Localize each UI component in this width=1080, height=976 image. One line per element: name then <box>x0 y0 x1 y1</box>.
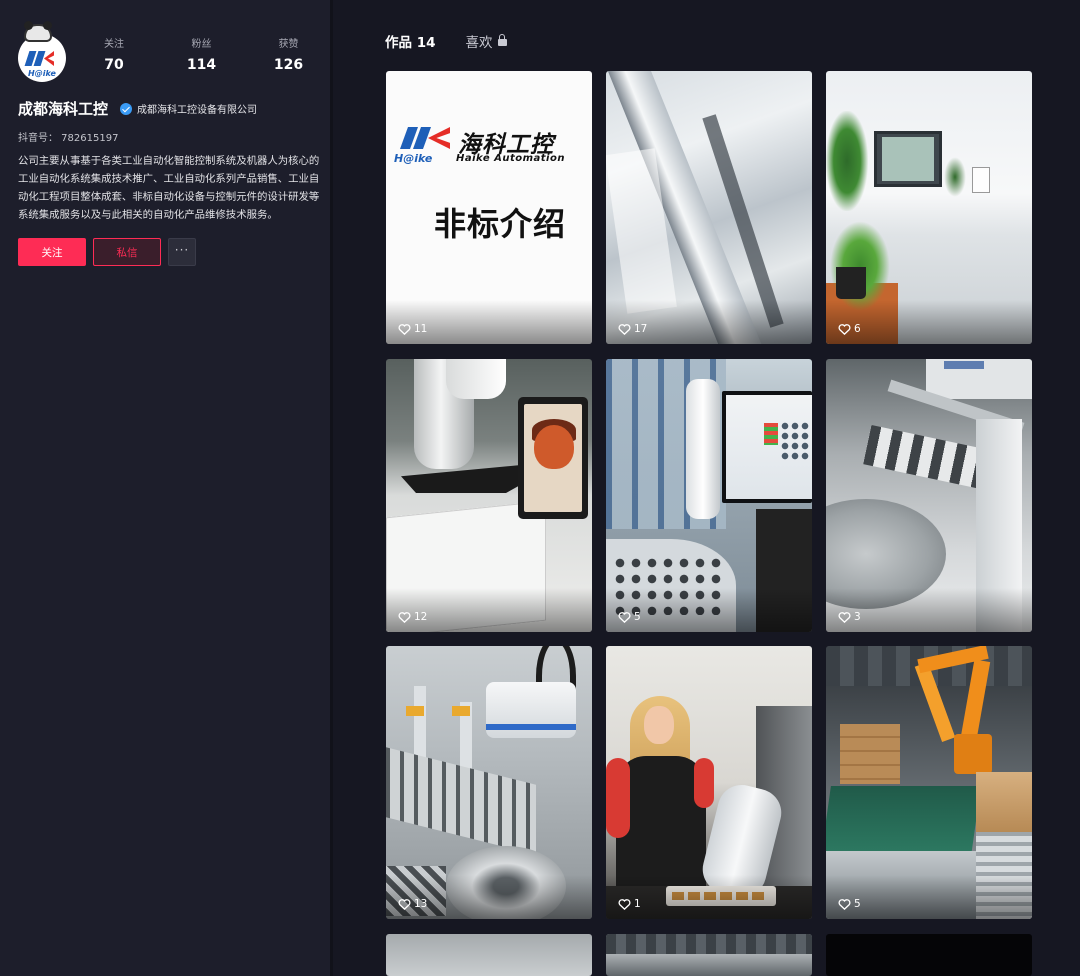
stat-followers[interactable]: 粉丝 114 <box>158 38 245 76</box>
verified-company: 成都海科工控设备有限公司 <box>137 105 258 116</box>
video-likes: 1 <box>618 898 641 910</box>
thumbnail-title: 非标介绍 <box>434 205 567 243</box>
verified-icon <box>120 102 133 115</box>
avatar[interactable]: H@ike <box>18 21 66 82</box>
heart-icon <box>618 612 631 623</box>
video-card[interactable]: 5 <box>606 359 812 632</box>
name-row: 成都海科工控 成都海科工控设备有限公司 <box>18 98 315 119</box>
profile-actions: 关注 私信 ··· <box>18 238 315 266</box>
video-likes: 13 <box>398 898 427 910</box>
video-thumbnail <box>386 934 592 976</box>
video-thumbnail <box>606 934 812 976</box>
thumbnail-logo-sub: H@ike <box>394 152 433 165</box>
stat-likes[interactable]: 获赞 126 <box>245 38 332 76</box>
company-logo-icon <box>398 127 456 151</box>
video-likes: 5 <box>838 898 861 910</box>
like-count: 6 <box>854 323 861 335</box>
video-card[interactable]: H@ike 海科工控 Haike Automation 非标介绍 11 <box>386 71 592 344</box>
company-logo-icon <box>24 49 59 69</box>
heart-icon <box>618 324 631 335</box>
tab-likes[interactable]: 喜欢 <box>466 31 507 51</box>
panda-icon <box>24 21 52 42</box>
like-count: 11 <box>414 323 428 335</box>
stat-value: 114 <box>186 57 217 73</box>
video-likes: 12 <box>398 611 427 623</box>
heart-icon <box>398 324 411 335</box>
video-card[interactable]: 5 <box>826 646 1032 919</box>
tab-bar: 作品 14 喜欢 <box>385 31 507 51</box>
stat-label: 获赞 <box>278 39 299 50</box>
message-button[interactable]: 私信 <box>93 238 161 266</box>
more-button[interactable]: ··· <box>168 238 196 266</box>
avatar-logo-text: H@ike <box>28 69 56 78</box>
stat-label: 粉丝 <box>191 39 212 50</box>
stat-value: 70 <box>104 57 124 73</box>
video-card[interactable]: 6 <box>826 71 1032 344</box>
heart-icon <box>398 899 411 910</box>
video-card[interactable] <box>826 934 1032 976</box>
video-card[interactable]: 3 <box>826 359 1032 632</box>
thumbnail-logo-en: Haike Automation <box>456 153 565 164</box>
like-count: 1 <box>634 898 641 910</box>
profile-page: H@ike 关注 70 粉丝 114 获赞 126 成都海科工控 成都海科工控设… <box>0 0 1080 976</box>
douyin-id: 抖音号： 782615197 <box>18 133 119 144</box>
lock-icon <box>497 34 507 46</box>
heart-icon <box>838 612 851 623</box>
video-panel: 作品 14 喜欢 H@ike 海科工控 Haike Automation 非标介… <box>333 0 1080 976</box>
profile-stats: 关注 70 粉丝 114 获赞 126 <box>102 38 332 76</box>
profile-name: 成都海科工控 <box>18 100 109 118</box>
video-card[interactable]: 1 <box>606 646 812 919</box>
video-card[interactable] <box>386 934 592 976</box>
follow-button[interactable]: 关注 <box>18 238 86 266</box>
like-count: 3 <box>854 611 861 623</box>
heart-icon <box>838 899 851 910</box>
video-thumbnail <box>826 934 1032 976</box>
profile-header: H@ike 关注 70 粉丝 114 获赞 126 <box>18 0 315 82</box>
tab-likes-label: 喜欢 <box>465 35 493 51</box>
profile-bio: 公司主要从事基于各类工业自动化智能控制系统及机器人为核心的工业自动化系统集成技术… <box>18 155 320 221</box>
heart-icon <box>838 324 851 335</box>
video-card[interactable]: 17 <box>606 71 812 344</box>
tab-works[interactable]: 作品 14 <box>385 31 436 51</box>
heart-icon <box>618 899 631 910</box>
like-count: 13 <box>414 898 428 910</box>
video-likes: 3 <box>838 611 861 623</box>
profile-sidebar: H@ike 关注 70 粉丝 114 获赞 126 成都海科工控 成都海科工控设… <box>0 0 333 976</box>
video-card[interactable] <box>606 934 812 976</box>
like-count: 12 <box>414 611 428 623</box>
like-count: 5 <box>634 611 641 623</box>
video-likes: 6 <box>838 323 861 335</box>
stat-value: 126 <box>273 57 304 73</box>
video-likes: 11 <box>398 323 427 335</box>
stat-label: 关注 <box>104 39 124 50</box>
video-likes: 5 <box>618 611 641 623</box>
like-count: 5 <box>854 898 861 910</box>
like-count: 17 <box>634 323 648 335</box>
heart-icon <box>398 612 411 623</box>
tab-works-label: 作品 14 <box>385 35 436 51</box>
video-likes: 17 <box>618 323 647 335</box>
stat-following[interactable]: 关注 70 <box>102 38 158 76</box>
video-card[interactable]: 13 <box>386 646 592 919</box>
video-card[interactable]: 12 <box>386 359 592 632</box>
